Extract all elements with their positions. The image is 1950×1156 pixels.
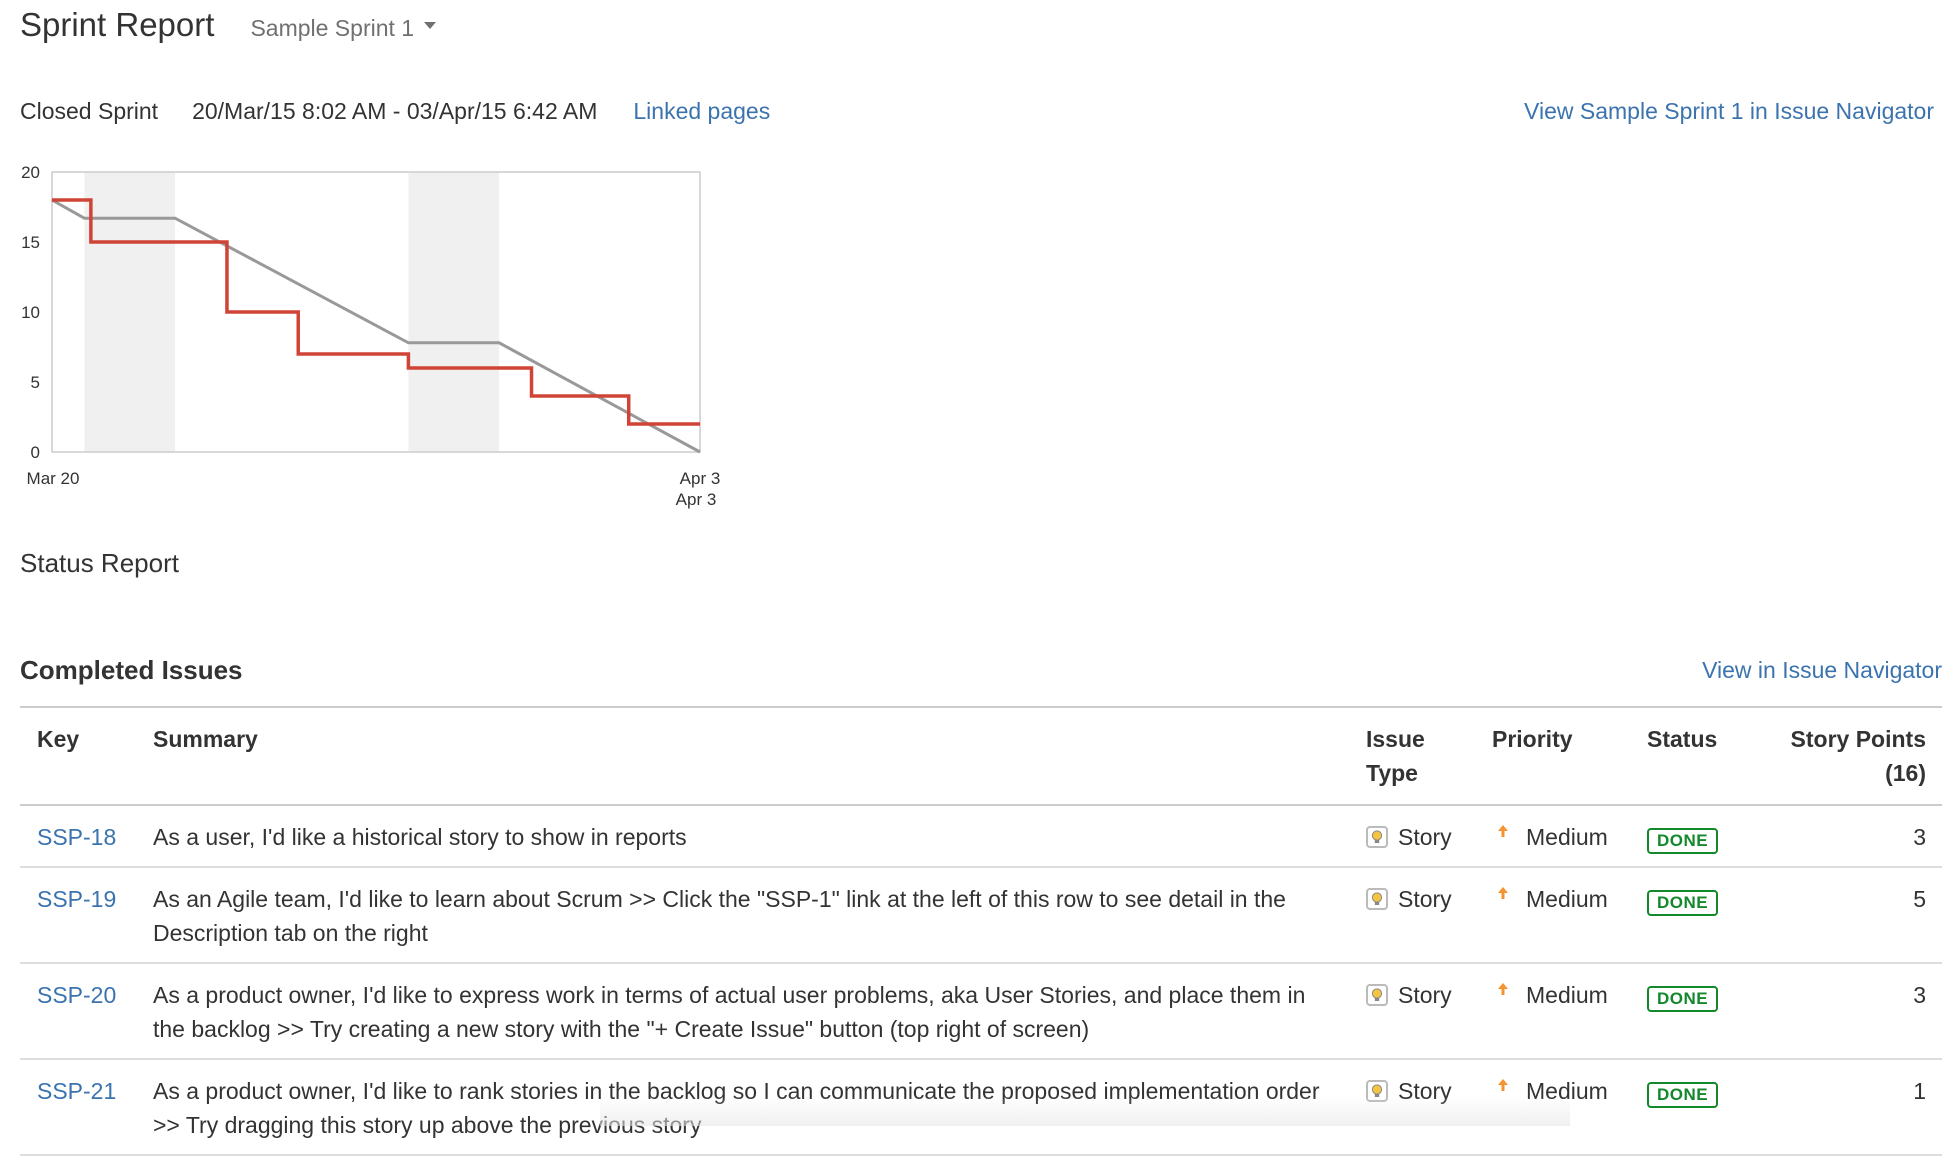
completed-issues-heading: Completed Issues xyxy=(20,655,243,685)
non-working-band-1 xyxy=(408,172,500,452)
story-lightbulb-icon xyxy=(1366,1080,1388,1102)
column-header-summary[interactable]: Summary xyxy=(153,706,1366,806)
story-lightbulb-icon xyxy=(1366,888,1388,910)
priority-cell: Medium xyxy=(1492,867,1647,964)
status-cell: DONE xyxy=(1647,963,1757,1060)
issue-key-link[interactable]: SSP-20 xyxy=(37,982,116,1008)
priority-cell: Medium xyxy=(1492,805,1647,868)
sprint-state: Closed Sprint xyxy=(20,98,159,124)
story-points: 5 xyxy=(1757,867,1942,964)
status-cell: DONE xyxy=(1647,1059,1757,1156)
sprint-report-page: Sprint Report Sample Sprint 1 Closed Spr… xyxy=(0,0,1950,1156)
burndown-chart: 20 15 10 5 0 Mar 20 Apr 3 Apr 3 xyxy=(21,163,721,509)
issue-key-cell: SSP-19 xyxy=(20,867,153,964)
sprint-meta: Closed Sprint 20/Mar/15 8:02 AM - 03/Apr… xyxy=(20,98,1934,125)
table-body: SSP-18 As a user, I'd like a historical … xyxy=(20,805,1942,1156)
story-points: 3 xyxy=(1757,805,1942,868)
priority-medium-arrow-icon xyxy=(1492,982,1514,996)
y-tick-label: 0 xyxy=(31,443,40,462)
x-tick-label-end-secondary: Apr 3 xyxy=(676,490,717,509)
page-title: Sprint Report xyxy=(20,6,215,43)
view-sprint-in-navigator-link[interactable]: View Sample Sprint 1 in Issue Navigator xyxy=(1524,98,1934,125)
column-header-issue-type-line1: Issue xyxy=(1366,726,1425,752)
status-report-heading: Status Report xyxy=(20,548,179,578)
priority-label: Medium xyxy=(1526,824,1608,850)
issue-type-label: Story xyxy=(1398,824,1452,850)
issue-key-cell: SSP-20 xyxy=(20,963,153,1060)
issue-key-link[interactable]: SSP-18 xyxy=(37,824,116,850)
priority-label: Medium xyxy=(1526,1078,1608,1104)
sprint-selector-label: Sample Sprint 1 xyxy=(250,15,415,41)
linked-pages-link[interactable]: Linked pages xyxy=(633,98,770,125)
issue-type-label: Story xyxy=(1398,982,1452,1008)
issue-key-cell: SSP-21 xyxy=(20,1059,153,1156)
y-axis-ticks: 20 15 10 5 0 xyxy=(21,163,40,462)
column-header-key[interactable]: Key xyxy=(20,706,153,806)
status-badge: DONE xyxy=(1647,828,1719,854)
priority-medium-arrow-icon xyxy=(1492,1078,1514,1092)
non-working-band-0 xyxy=(84,172,176,452)
x-tick-label-end: Apr 3 xyxy=(680,469,721,488)
caret-down-icon xyxy=(424,22,437,29)
column-header-issue-type[interactable]: Issue Type xyxy=(1366,706,1492,806)
status-badge: DONE xyxy=(1647,1082,1719,1108)
priority-cell: Medium xyxy=(1492,1059,1647,1156)
x-tick-label-start: Mar 20 xyxy=(27,469,80,488)
table-header-row: Key Summary Issue Type Priority Status S… xyxy=(20,706,1942,806)
header: Sprint Report Sample Sprint 1 xyxy=(20,6,437,44)
issue-type-cell: Story xyxy=(1366,805,1492,868)
y-tick-label: 15 xyxy=(21,233,40,252)
column-header-status[interactable]: Status xyxy=(1647,706,1757,806)
issue-key-link[interactable]: SSP-21 xyxy=(37,1078,116,1104)
status-cell: DONE xyxy=(1647,867,1757,964)
story-lightbulb-icon xyxy=(1366,826,1388,848)
y-tick-label: 20 xyxy=(21,163,40,182)
y-tick-label: 5 xyxy=(31,373,40,392)
table-row[interactable]: SSP-18 As a user, I'd like a historical … xyxy=(20,805,1942,868)
priority-medium-arrow-icon xyxy=(1492,824,1514,838)
story-lightbulb-icon xyxy=(1366,984,1388,1006)
column-header-priority[interactable]: Priority xyxy=(1492,706,1647,806)
column-header-story-points[interactable]: Story Points (16) xyxy=(1757,706,1942,806)
completed-issues-table: Key Summary Issue Type Priority Status S… xyxy=(20,706,1942,1156)
status-cell: DONE xyxy=(1647,805,1757,868)
table-header: Key Summary Issue Type Priority Status S… xyxy=(20,706,1942,806)
story-points: 1 xyxy=(1757,1059,1942,1156)
story-points: 3 xyxy=(1757,963,1942,1060)
issue-key-link[interactable]: SSP-19 xyxy=(37,886,116,912)
priority-cell: Medium xyxy=(1492,963,1647,1060)
priority-label: Medium xyxy=(1526,982,1608,1008)
priority-medium-arrow-icon xyxy=(1492,886,1514,900)
sprint-selector[interactable]: Sample Sprint 1 xyxy=(250,15,437,42)
priority-label: Medium xyxy=(1526,886,1608,912)
table-row[interactable]: SSP-21 As a product owner, I'd like to r… xyxy=(20,1059,1942,1156)
issue-type-cell: Story xyxy=(1366,963,1492,1060)
issue-summary: As a product owner, I'd like to rank sto… xyxy=(153,1059,1366,1156)
sprint-date-range: 20/Mar/15 8:02 AM - 03/Apr/15 6:42 AM xyxy=(192,98,598,124)
issue-type-cell: Story xyxy=(1366,867,1492,964)
column-header-issue-type-line2: Type xyxy=(1366,760,1418,786)
issue-type-label: Story xyxy=(1398,886,1452,912)
issue-summary: As an Agile team, I'd like to learn abou… xyxy=(153,867,1366,964)
issue-summary: As a user, I'd like a historical story t… xyxy=(153,805,1366,868)
status-badge: DONE xyxy=(1647,890,1719,916)
table-row[interactable]: SSP-20 As a product owner, I'd like to e… xyxy=(20,963,1942,1060)
issue-type-label: Story xyxy=(1398,1078,1452,1104)
issue-key-cell: SSP-18 xyxy=(20,805,153,868)
y-tick-label: 10 xyxy=(21,303,40,322)
view-in-issue-navigator-link[interactable]: View in Issue Navigator xyxy=(1702,657,1942,684)
issue-summary: As a product owner, I'd like to express … xyxy=(153,963,1366,1060)
status-badge: DONE xyxy=(1647,986,1719,1012)
issue-type-cell: Story xyxy=(1366,1059,1492,1156)
table-row[interactable]: SSP-19 As an Agile team, I'd like to lea… xyxy=(20,867,1942,964)
